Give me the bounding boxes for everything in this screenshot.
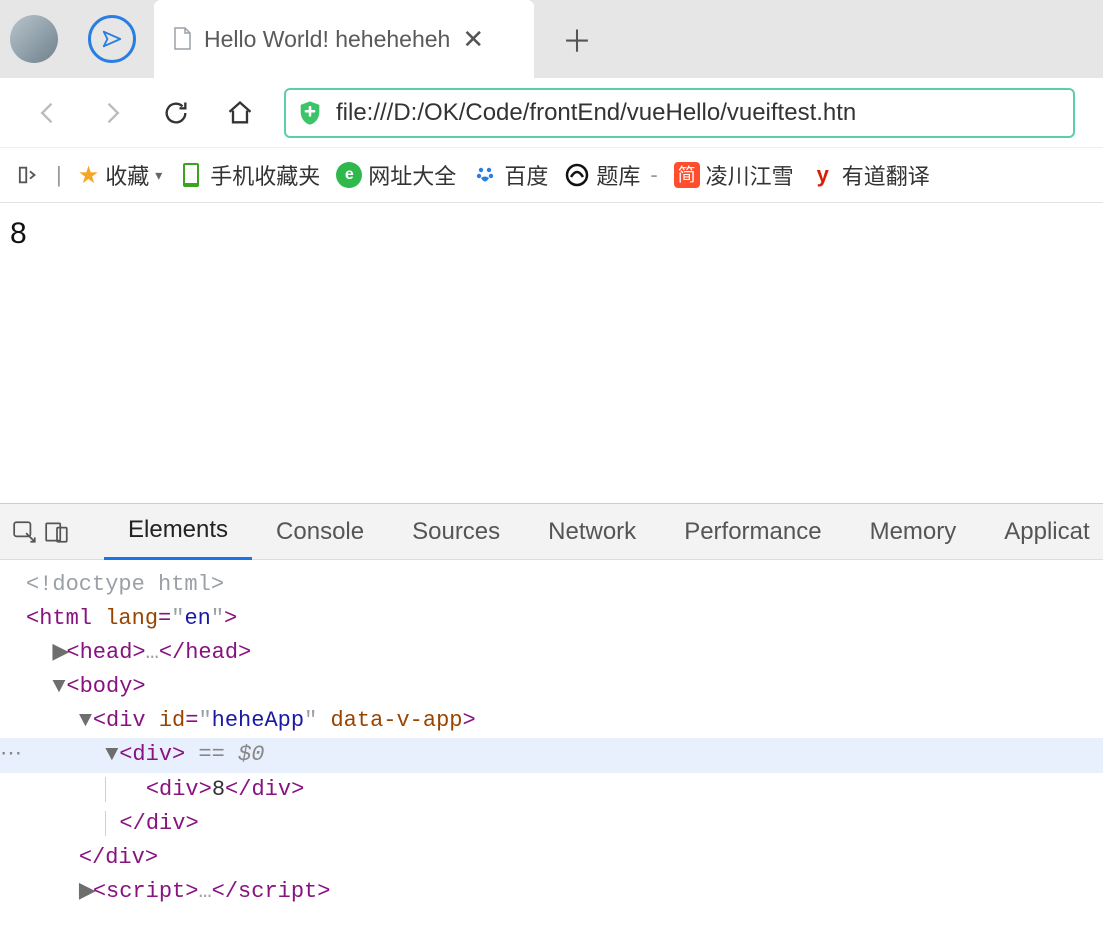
device-toggle-icon[interactable] — [44, 514, 70, 550]
document-icon — [172, 27, 192, 51]
tiku-icon — [564, 162, 590, 188]
browser-tab[interactable]: Hello World! heheheheh ✕ — [154, 0, 534, 78]
360-icon: e — [336, 162, 362, 188]
bookmark-tiku[interactable]: 题库 - — [564, 159, 657, 191]
close-div-node[interactable]: </div> — [0, 807, 1103, 841]
back-button[interactable] — [28, 93, 68, 133]
bookmark-youdao[interactable]: y 有道翻译 — [810, 159, 930, 191]
head-node[interactable]: ▶<head>…</head> — [0, 636, 1103, 670]
bookmark-label: 凌川江雪 — [706, 159, 794, 191]
devtools-tab-network[interactable]: Network — [524, 504, 660, 560]
new-tab-button[interactable]: ＋ — [562, 17, 592, 61]
bookmark-label: 百度 — [504, 159, 548, 191]
devtools-tab-console[interactable]: Console — [252, 504, 388, 560]
address-bar[interactable]: file:///D:/OK/Code/frontEnd/vueHello/vue… — [284, 88, 1075, 138]
home-button[interactable] — [220, 93, 260, 133]
page-text: 8 — [10, 217, 27, 250]
jian-icon: 简 — [674, 162, 700, 188]
navigation-bar: file:///D:/OK/Code/frontEnd/vueHello/vue… — [0, 78, 1103, 148]
devtools-panel: Elements Console Sources Network Perform… — [0, 503, 1103, 929]
dropdown-caret-icon: ▾ — [155, 167, 162, 184]
bookmark-label: 题库 — [596, 159, 640, 191]
bookmark-label: 网址大全 — [368, 159, 456, 191]
bookmark-label: 手机收藏夹 — [210, 159, 320, 191]
separator: - — [650, 162, 657, 188]
devtools-elements-tree[interactable]: <!doctype html> <html lang="en"> ▶<head>… — [0, 560, 1103, 929]
inner-div-node[interactable]: <div>8</div> — [0, 773, 1103, 807]
devtools-tab-performance[interactable]: Performance — [660, 504, 845, 560]
browser-tab-strip: Hello World! heheheheh ✕ ＋ — [0, 0, 1103, 78]
bookmark-wangzhi[interactable]: e 网址大全 — [336, 159, 456, 191]
devtools-tab-memory[interactable]: Memory — [846, 504, 981, 560]
devtools-tab-sources[interactable]: Sources — [388, 504, 524, 560]
forward-button[interactable] — [92, 93, 132, 133]
bookmark-lingchuan[interactable]: 简 凌川江雪 — [674, 159, 794, 191]
tab-title: Hello World! heheheheh — [204, 26, 450, 53]
sidebar-toggle-icon[interactable] — [18, 164, 40, 186]
youdao-icon: y — [810, 162, 836, 188]
close-tab-icon[interactable]: ✕ — [462, 24, 484, 55]
phone-icon — [178, 162, 204, 188]
security-shield-icon — [296, 99, 324, 127]
reload-button[interactable] — [156, 93, 196, 133]
close-heheapp-node[interactable]: </div> — [0, 841, 1103, 875]
page-content: 8 — [0, 203, 1103, 503]
devtools-tabs: Elements Console Sources Network Perform… — [0, 504, 1103, 560]
baidu-icon — [472, 162, 498, 188]
favorites-label: 收藏 — [105, 159, 149, 191]
html-open-tag[interactable]: <html lang="en"> — [0, 602, 1103, 636]
navigation-send-icon[interactable] — [88, 15, 136, 63]
selected-div-node[interactable]: ▼<div> == $0 — [0, 738, 1103, 772]
profile-avatar[interactable] — [10, 15, 58, 63]
favorites-button[interactable]: ★ 收藏 ▾ — [78, 159, 163, 191]
div-heheapp-node[interactable]: ▼<div id="heheApp" data-v-app> — [0, 704, 1103, 738]
star-icon: ★ — [78, 161, 100, 190]
bookmark-mobile-favorites[interactable]: 手机收藏夹 — [178, 159, 320, 191]
devtools-tab-elements[interactable]: Elements — [104, 504, 252, 560]
bookmark-baidu[interactable]: 百度 — [472, 159, 548, 191]
devtools-tab-application[interactable]: Applicat — [980, 504, 1103, 560]
bookmarks-bar: | ★ 收藏 ▾ 手机收藏夹 e 网址大全 百度 题库 - 简 凌川江雪 y 有… — [0, 148, 1103, 203]
doctype-node: <!doctype html> — [26, 572, 224, 597]
separator: | — [56, 162, 62, 188]
inspect-element-icon[interactable] — [12, 514, 38, 550]
bookmark-label: 有道翻译 — [842, 159, 930, 191]
body-open-tag[interactable]: ▼<body> — [0, 670, 1103, 704]
address-text: file:///D:/OK/Code/frontEnd/vueHello/vue… — [336, 99, 856, 127]
